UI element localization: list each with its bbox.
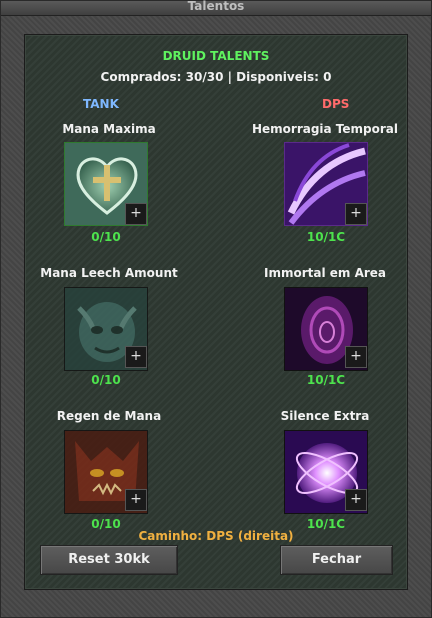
talent-name-regen-mana: Regen de Mana <box>56 409 162 423</box>
panel-heading: DRUID TALENTS <box>162 49 270 63</box>
talent-name-silence-extra: Silence Extra <box>280 409 370 423</box>
window-title: Talentos <box>1 0 431 16</box>
dps-column-label: DPS <box>322 97 350 111</box>
talent-name-immortal: Immortal em Area <box>263 266 387 280</box>
points-summary: Comprados: 30/30 | Disponiveis: 0 <box>100 70 332 84</box>
reset-button[interactable]: Reset 30kk <box>40 545 178 575</box>
talent-count-immortal: 10/1C <box>306 373 346 387</box>
talent-name-mana-maxima: Mana Maxima <box>62 122 156 136</box>
add-point-button-immortal[interactable]: + <box>345 346 367 368</box>
add-point-button-silence-extra[interactable]: + <box>345 489 367 511</box>
selected-path-label: Caminho: DPS (direita) <box>138 529 294 543</box>
talents-panel: DRUID TALENTS Comprados: 30/30 | Disponi… <box>24 34 408 590</box>
add-point-button-mana-leech[interactable]: + <box>125 346 147 368</box>
talents-window: Talentos DRUID TALENTS Comprados: 30/30 … <box>0 0 432 618</box>
talent-count-mana-maxima: 0/10 <box>91 230 121 244</box>
talent-count-hemorragia: 10/1C <box>306 230 346 244</box>
talent-count-mana-leech: 0/10 <box>91 373 121 387</box>
add-point-button-mana-maxima[interactable]: + <box>125 203 147 225</box>
talent-name-mana-leech: Mana Leech Amount <box>40 266 178 280</box>
add-point-button-regen-mana[interactable]: + <box>125 489 147 511</box>
tank-column-label: TANK <box>83 97 119 111</box>
add-point-button-hemorragia[interactable]: + <box>345 203 367 225</box>
close-button[interactable]: Fechar <box>280 545 393 575</box>
talent-name-hemorragia: Hemorragia Temporal <box>251 122 399 136</box>
